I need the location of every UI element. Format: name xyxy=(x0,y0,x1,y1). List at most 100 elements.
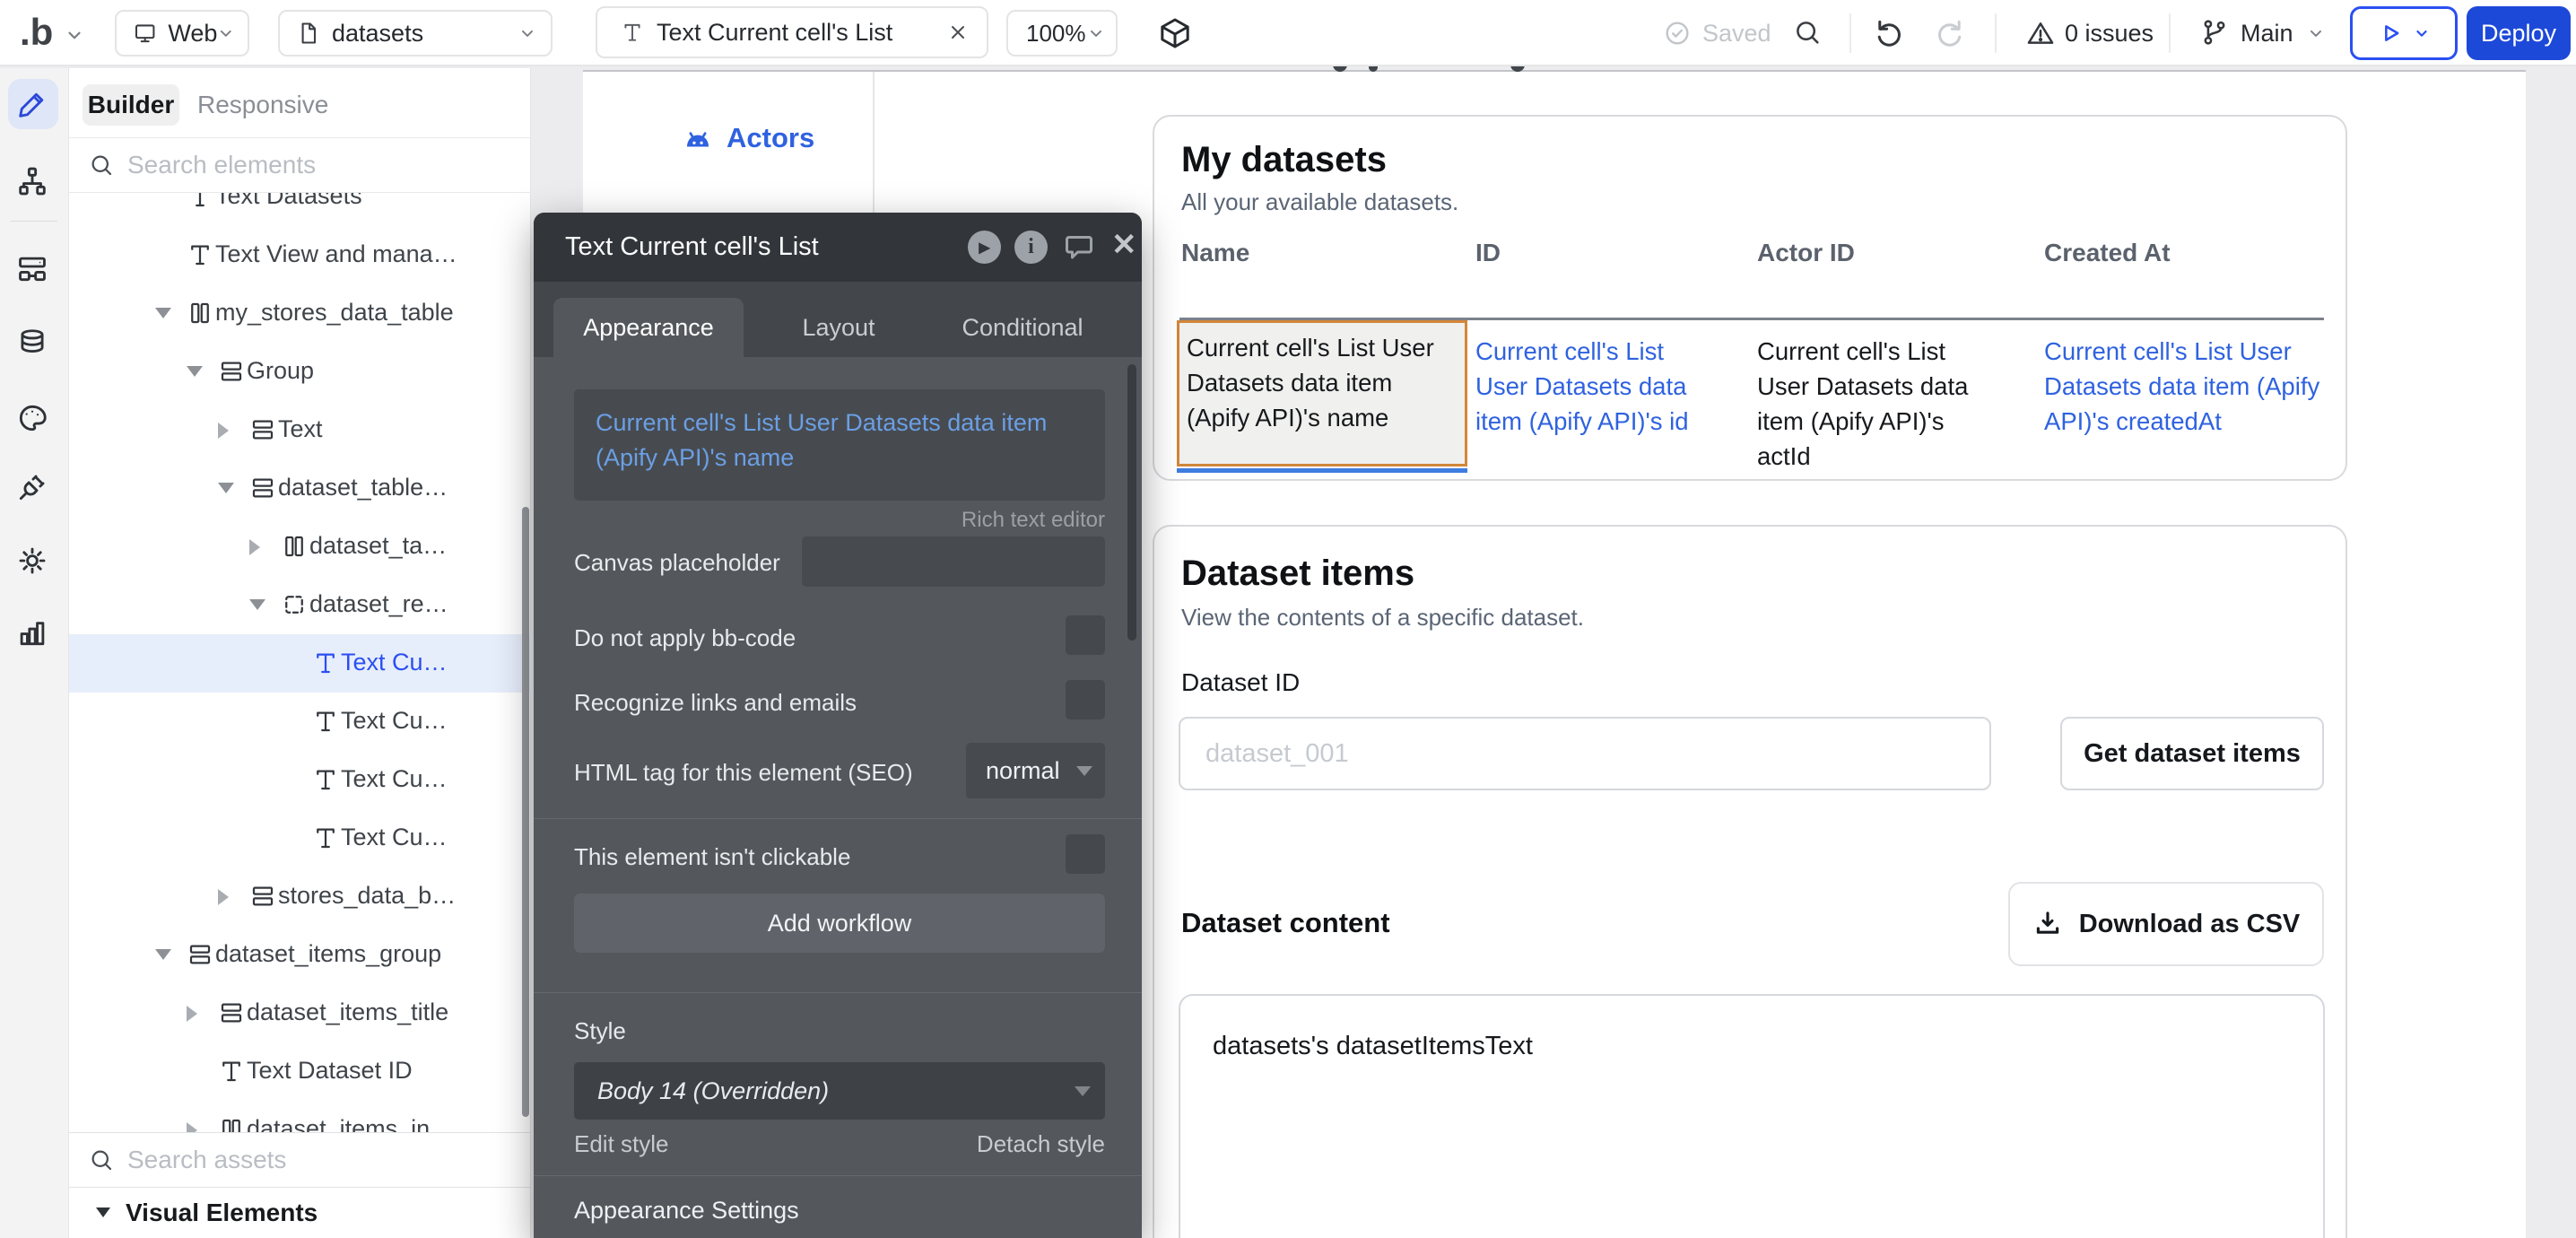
tab-conditional[interactable]: Conditional xyxy=(937,298,1108,357)
preview-button[interactable] xyxy=(2350,6,2458,60)
tree-item[interactable]: Text Cu… xyxy=(69,809,531,867)
branch-name[interactable]: Main xyxy=(2241,20,2293,48)
caret-collapsed-icon[interactable] xyxy=(218,889,229,905)
style-dropdown[interactable]: Body 14 (Overridden) xyxy=(574,1062,1105,1120)
search-assets-input[interactable] xyxy=(126,1138,502,1181)
tab-layout[interactable]: Layout xyxy=(785,298,892,357)
tree-item[interactable]: Text Cu… xyxy=(69,693,531,751)
dataset-content-box[interactable]: datasets's datasetItemsText xyxy=(1179,994,2325,1238)
canvas-placeholder-input[interactable] xyxy=(802,536,1105,587)
explorer-panel: Builder Responsive Text Datasets Text Vie… xyxy=(69,68,531,1238)
tree-item[interactable]: Text View and mana… xyxy=(69,226,531,284)
run-play-icon[interactable]: ▶ xyxy=(968,231,1001,264)
table-cell-created-at[interactable]: Current cell's List User Datasets data i… xyxy=(2044,334,2347,439)
table-cell-id[interactable]: Current cell's List User Datasets data i… xyxy=(1475,334,1716,439)
caret-expanded-icon[interactable] xyxy=(187,366,203,377)
open-element-tab[interactable]: Text Current cell's List xyxy=(596,6,988,58)
inspector-divider xyxy=(534,818,1142,819)
table-cell-actor-id[interactable]: Current cell's List User Datasets data i… xyxy=(1757,334,1983,474)
page-select[interactable]: datasets xyxy=(278,10,553,57)
download-csv-button[interactable]: Download as CSV xyxy=(2008,882,2324,966)
deploy-button[interactable]: Deploy xyxy=(2467,6,2571,60)
components-cube-icon[interactable] xyxy=(1157,15,1193,51)
caret-collapsed-icon[interactable] xyxy=(187,1006,197,1022)
text-icon xyxy=(312,766,339,793)
robot-icon xyxy=(682,124,714,156)
logs-chart-icon[interactable] xyxy=(15,615,49,650)
comment-icon[interactable] xyxy=(1063,231,1095,263)
info-icon[interactable]: i xyxy=(1014,231,1048,264)
tree-item[interactable]: Group xyxy=(69,343,531,401)
explorer-scrollbar[interactable] xyxy=(522,507,529,1117)
tree-item-label: Text Cu… xyxy=(341,649,448,676)
caret-expanded-icon[interactable] xyxy=(218,483,234,493)
bbcode-checkbox[interactable] xyxy=(1066,615,1105,655)
close-icon[interactable]: ✕ xyxy=(1111,227,1137,263)
canvas-placeholder-label: Canvas placeholder xyxy=(574,549,780,577)
chevron-down-icon xyxy=(2414,25,2430,41)
links-checkbox[interactable] xyxy=(1066,680,1105,719)
backend-server-icon[interactable] xyxy=(15,252,49,286)
bbcode-label: Do not apply bb-code xyxy=(574,624,796,652)
not-clickable-checkbox[interactable] xyxy=(1066,834,1105,874)
inspector-header[interactable]: Text Current cell's List ▶ i ✕ xyxy=(534,213,1142,282)
zoom-select[interactable]: 100% xyxy=(1006,10,1118,57)
bubble-logo[interactable]: .b xyxy=(20,11,53,54)
inspector-scrollbar[interactable] xyxy=(1127,364,1136,641)
tree-item[interactable]: dataset_re… xyxy=(69,576,531,634)
dataset-id-label: Dataset ID xyxy=(1181,668,1300,697)
table-cell-name-selected[interactable]: Current cell's List User Datasets data i… xyxy=(1177,320,1467,466)
caret-expanded-icon[interactable] xyxy=(155,308,171,318)
search-icon[interactable] xyxy=(1792,17,1823,48)
add-workflow-button[interactable]: Add workflow xyxy=(574,894,1105,953)
settings-gear-icon[interactable] xyxy=(15,544,49,578)
rich-text-hint[interactable]: Rich text editor xyxy=(574,508,1105,533)
tree-item[interactable]: Text xyxy=(69,401,531,459)
visual-elements-section[interactable]: Visual Elements xyxy=(69,1188,531,1238)
caret-collapsed-icon[interactable] xyxy=(249,539,260,555)
tree-item[interactable]: dataset_items_in… xyxy=(69,1101,531,1132)
issues-count[interactable]: 0 issues xyxy=(2065,20,2154,48)
caret-collapsed-icon[interactable] xyxy=(187,1122,197,1132)
design-pencil-icon[interactable] xyxy=(15,87,49,121)
chevron-down-icon[interactable] xyxy=(65,25,84,45)
tree-item[interactable]: my_stores_data_table xyxy=(69,284,531,343)
tab-appearance[interactable]: Appearance xyxy=(553,298,744,357)
get-dataset-items-button[interactable]: Get dataset items xyxy=(2060,717,2324,790)
tree-item-label: Text View and mana… xyxy=(215,240,457,268)
caret-collapsed-icon[interactable] xyxy=(218,423,229,439)
plugins-plug-icon[interactable] xyxy=(15,470,49,504)
tree-item-label: stores_data_b… xyxy=(278,882,456,910)
dataset-id-input[interactable] xyxy=(1179,717,1991,790)
responsive-tab[interactable]: Responsive xyxy=(197,91,328,119)
text-icon xyxy=(621,21,644,44)
database-icon[interactable] xyxy=(15,327,49,361)
columns-icon xyxy=(281,533,308,560)
html-tag-dropdown[interactable]: normal xyxy=(966,743,1105,798)
caret-expanded-icon[interactable] xyxy=(155,949,171,960)
styles-palette-icon[interactable] xyxy=(15,401,49,435)
tree-item[interactable]: Text Datasets xyxy=(69,193,531,226)
tree-item[interactable]: Text Cu… xyxy=(69,634,531,693)
tree-item[interactable]: stores_data_b… xyxy=(69,867,531,926)
tree-item[interactable]: Text Cu… xyxy=(69,751,531,809)
detach-style-link[interactable]: Detach style xyxy=(574,1130,1105,1158)
tree-item[interactable]: dataset_items_group xyxy=(69,926,531,984)
assets-search-divider xyxy=(69,1132,531,1133)
tree-item[interactable]: dataset_items_title xyxy=(69,984,531,1042)
workflow-sitemap-icon[interactable] xyxy=(15,164,49,198)
undo-icon[interactable] xyxy=(1873,17,1905,49)
tree-item[interactable]: dataset_ta… xyxy=(69,518,531,576)
caret-expanded-icon[interactable] xyxy=(249,599,265,610)
builder-tab[interactable]: Builder xyxy=(83,84,179,126)
appearance-settings-label[interactable]: Appearance Settings xyxy=(574,1197,799,1225)
redo-icon[interactable] xyxy=(1934,17,1966,49)
tree-item[interactable]: Text Dataset ID xyxy=(69,1042,531,1101)
tree-item[interactable]: dataset_table… xyxy=(69,459,531,518)
rich-text-editor-box[interactable]: Current cell's List User Datasets data i… xyxy=(574,389,1105,501)
close-icon[interactable] xyxy=(947,22,969,43)
search-elements-input[interactable] xyxy=(126,144,502,187)
page-nav-actors[interactable]: Actors xyxy=(682,120,861,161)
platform-select[interactable]: Web xyxy=(115,10,249,57)
open-element-tab-label: Text Current cell's List xyxy=(657,19,892,47)
